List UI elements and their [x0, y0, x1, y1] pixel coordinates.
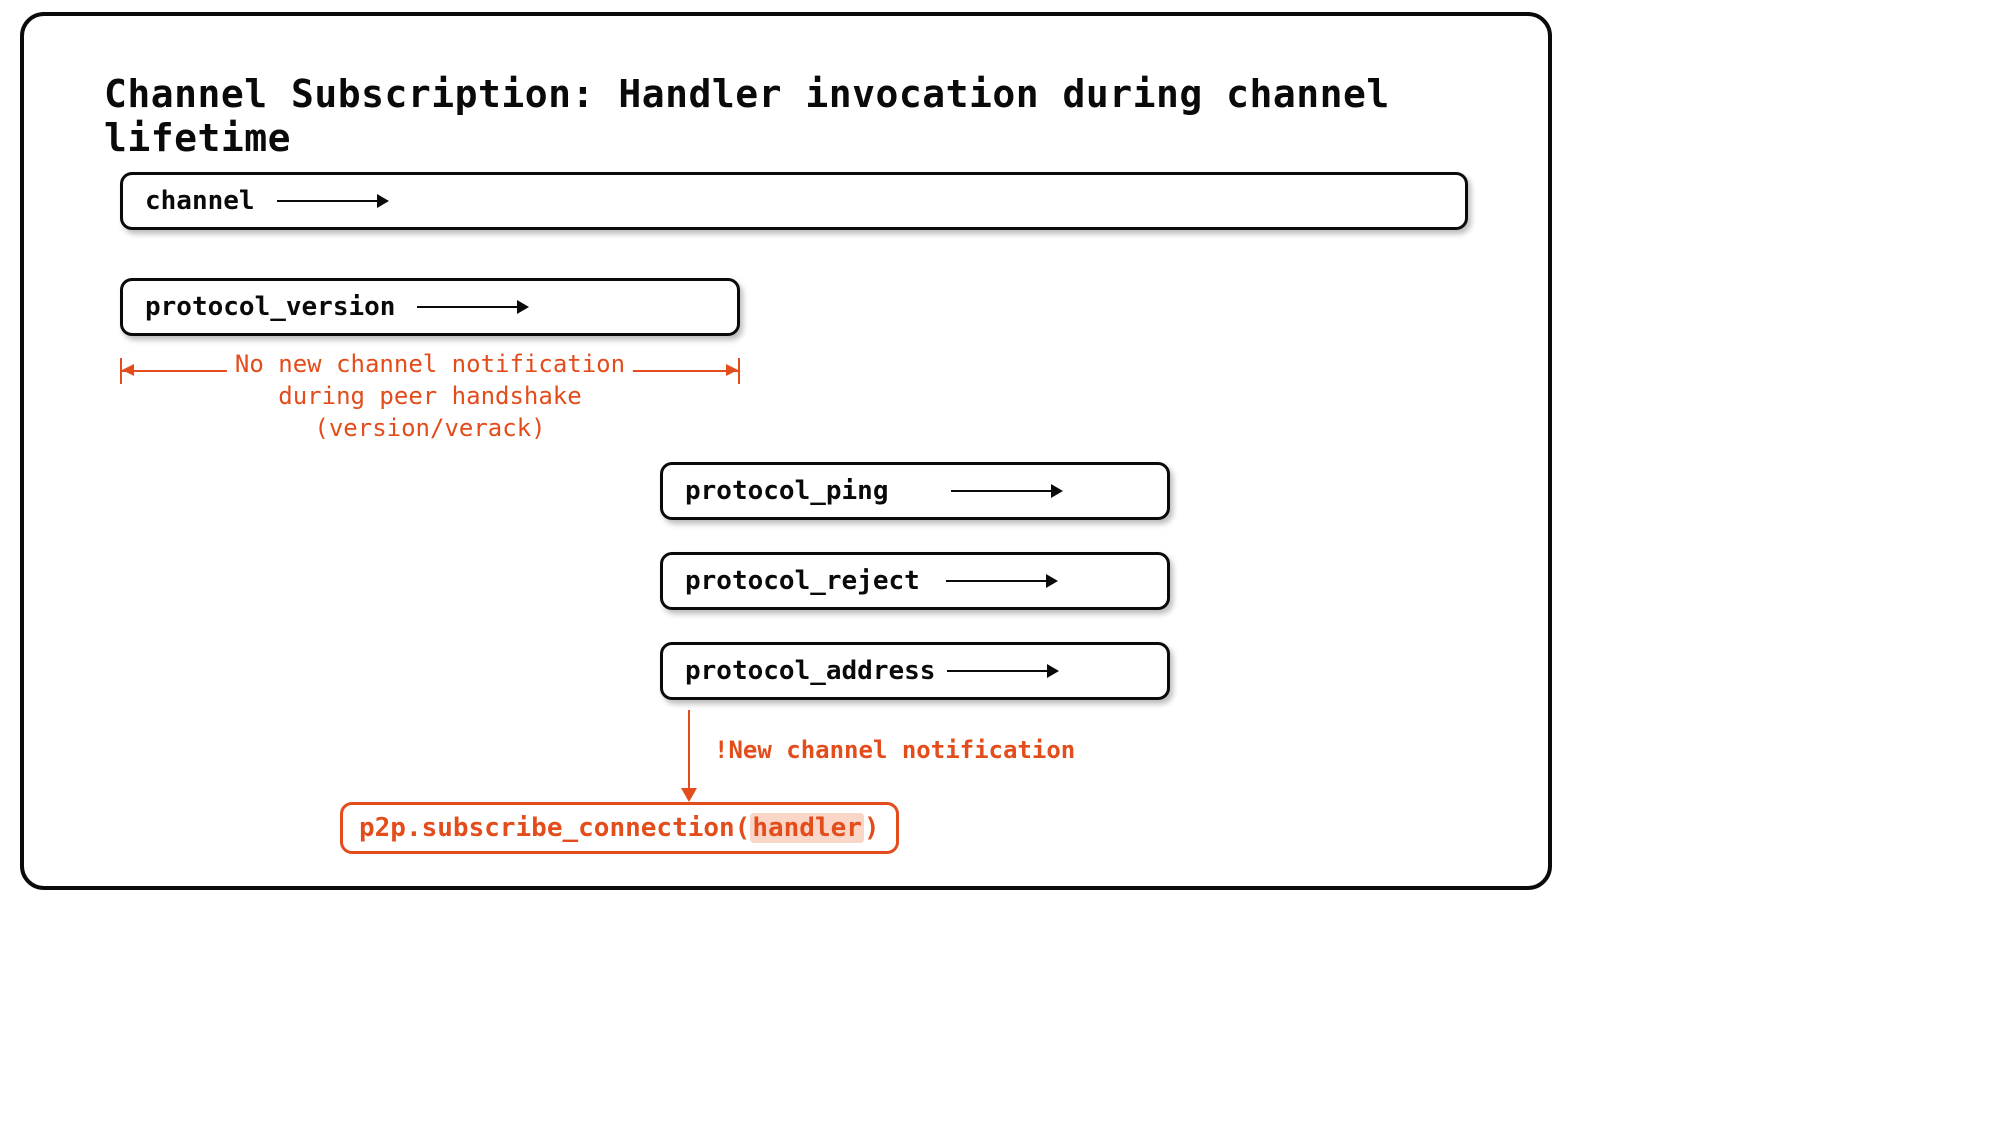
span-bar: [120, 354, 740, 394]
handshake-note: No new channel notification during peer …: [227, 348, 633, 444]
subscribe-suffix: ): [864, 813, 880, 843]
protocol-address-box: protocol_address: [660, 642, 1170, 700]
arrow-icon: [947, 670, 1057, 672]
protocol-reject-box: protocol_reject: [660, 552, 1170, 610]
protocol-reject-label: protocol_reject: [685, 566, 920, 596]
handshake-note-line3: (version/verack): [235, 412, 625, 444]
arrow-icon: [277, 200, 387, 202]
channel-label: channel: [145, 186, 255, 216]
handshake-note-line1: No new channel notification: [235, 350, 625, 378]
handshake-span: No new channel notification during peer …: [120, 354, 740, 394]
protocol-address-label: protocol_address: [685, 656, 935, 686]
arrow-icon: [417, 306, 527, 308]
diagram-card: Channel Subscription: Handler invocation…: [20, 12, 1552, 890]
protocol-ping-label: protocol_ping: [685, 476, 889, 506]
arrow-icon: [946, 580, 1056, 582]
new-channel-note: !New channel notification: [714, 736, 1075, 764]
subscribe-connection-box: p2p.subscribe_connection(handler): [340, 802, 899, 854]
diagram-title: Channel Subscription: Handler invocation…: [104, 72, 1548, 160]
notification-arrow-down: [688, 710, 690, 800]
subscribe-handler-highlight: handler: [750, 813, 864, 843]
handshake-note-line2: during peer handshake: [235, 380, 625, 412]
protocol-ping-box: protocol_ping: [660, 462, 1170, 520]
protocol-version-box: protocol_version: [120, 278, 740, 336]
arrow-icon: [951, 490, 1061, 492]
subscribe-prefix: p2p.subscribe_connection(: [359, 813, 750, 843]
protocol-version-label: protocol_version: [145, 292, 395, 322]
channel-box: channel: [120, 172, 1468, 230]
